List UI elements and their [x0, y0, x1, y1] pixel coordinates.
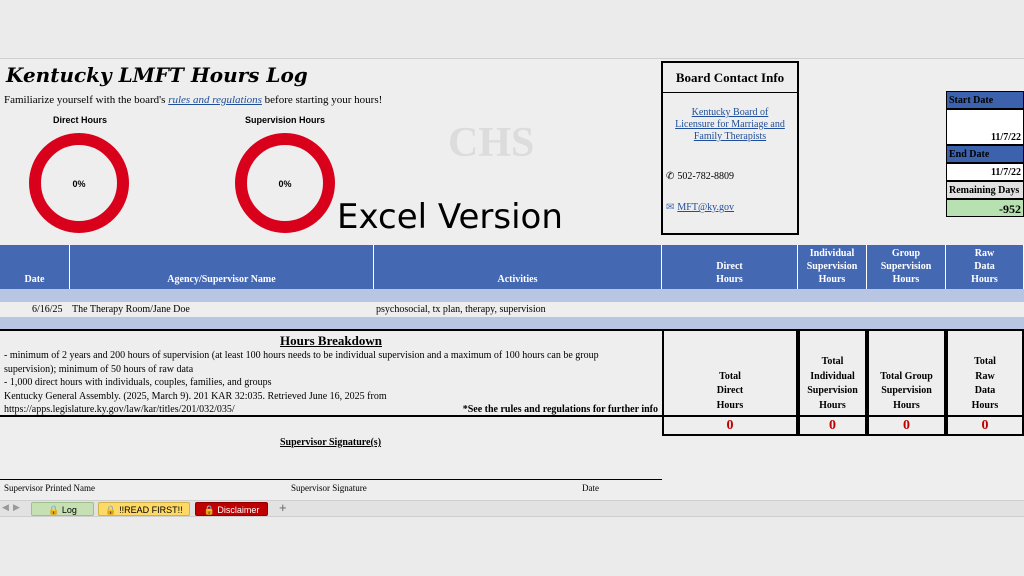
- direct-hours-chart-label: Direct Hours: [52, 115, 107, 125]
- breakdown-line: - minimum of 2 years and 200 hours of su…: [4, 350, 599, 361]
- rules-link[interactable]: rules and regulations: [168, 94, 262, 106]
- phone-icon: ✆: [666, 171, 675, 182]
- contact-header: Board Contact Info: [663, 63, 797, 93]
- email-row: ✉ MFT@ky.gov: [666, 202, 797, 213]
- breakdown-line: Kentucky General Assembly. (2025, March …: [4, 390, 387, 402]
- row-agency: The Therapy Room/Jane Doe: [72, 304, 190, 315]
- tab-read-first-label: !!READ FIRST!!: [119, 505, 183, 515]
- end-date-label: End Date: [946, 145, 1024, 163]
- lock-icon: 🔒: [48, 505, 60, 515]
- direct-hours-donut: 0%: [27, 131, 131, 235]
- total-group-label: Total Group Supervision Hours: [867, 329, 946, 417]
- row-date: 6/16/25: [32, 304, 63, 315]
- total-individual-label: Total Individual Supervision Hours: [798, 329, 867, 417]
- tab-read-first[interactable]: 🔒 !!READ FIRST!!: [98, 502, 190, 516]
- mail-icon: ✉: [666, 202, 675, 213]
- direct-donut-value: 0%: [72, 179, 85, 189]
- board-contact-box: Board Contact Info Kentucky Board of Lic…: [661, 61, 799, 235]
- total-raw-value: 0: [946, 417, 1024, 436]
- tab-disclaimer-label: Disclaimer: [217, 505, 260, 515]
- supervision-hours-donut: 0%: [233, 131, 337, 235]
- col-header-activities[interactable]: Activities: [374, 245, 662, 289]
- intro-text: Familiarize yourself with the board's ru…: [4, 94, 382, 106]
- spreadsheet-sheet: Kentucky LMFT Hours Log Familiarize your…: [0, 58, 1024, 501]
- col-header-agency[interactable]: Agency/Supervisor Name: [70, 245, 374, 289]
- supervision-hours-chart-label: Supervision Hours: [244, 115, 325, 125]
- table-row[interactable]: 6/16/25 The Therapy Room/Jane Doe psycho…: [0, 303, 1024, 317]
- logo-watermark: CHS: [448, 120, 535, 166]
- tab-disclaimer[interactable]: 🔒 Disclaimer: [195, 502, 268, 516]
- start-date-label: Start Date: [946, 91, 1024, 109]
- breakdown-title: Hours Breakdown: [280, 333, 382, 348]
- intro-before: Familiarize yourself with the board's: [4, 94, 169, 106]
- phone-row: ✆ 502-782-8809: [666, 171, 797, 182]
- total-direct-label: Total Direct Hours: [662, 329, 798, 417]
- hours-breakdown: Hours Breakdown - minimum of 2 years and…: [0, 329, 662, 417]
- signature-label: Supervisor Signature: [291, 483, 367, 493]
- phone-number: 502-782-8809: [677, 171, 735, 182]
- signature-line: [0, 479, 662, 480]
- end-date-value[interactable]: 11/7/22: [946, 163, 1024, 181]
- col-header-direct[interactable]: Direct Hours: [662, 245, 798, 289]
- breakdown-note: *See the rules and regulations for furth…: [462, 404, 658, 415]
- total-direct-value: 0: [662, 417, 798, 436]
- citation-url: https://apps.legislature.ky.gov/law/kar/…: [4, 404, 235, 415]
- raw-header-text: Raw Data Hours: [971, 248, 998, 285]
- row-activities: psychosocial, tx plan, therapy, supervis…: [376, 304, 546, 315]
- date-label: Date: [582, 483, 599, 493]
- breakdown-line: https://apps.legislature.ky.gov/law/kar/…: [4, 403, 662, 417]
- lock-icon: 🔒: [105, 505, 117, 515]
- col-header-group[interactable]: Group Supervision Hours: [867, 245, 946, 289]
- supervisor-signature-header: Supervisor Signature(s): [280, 437, 382, 448]
- total-group-value: 0: [867, 417, 946, 436]
- tab-log-label: Log: [61, 505, 77, 515]
- direct-header-text: Direct Hours: [716, 261, 743, 285]
- remaining-days-label: Remaining Days: [946, 181, 1024, 199]
- total-group-text: Total Group Supervision Hours: [880, 370, 933, 411]
- next-sheet-icon[interactable]: ▶: [13, 502, 20, 513]
- total-raw-label: Total Raw Data Hours: [946, 329, 1024, 417]
- breakdown-line: - 1,000 direct hours with individuals, c…: [4, 377, 272, 388]
- remaining-days-value: -952: [946, 199, 1024, 217]
- col-header-individual[interactable]: Individual Supervision Hours: [798, 245, 867, 289]
- sheet-title: Kentucky LMFT Hours Log: [6, 63, 308, 87]
- tab-log[interactable]: 🔒 Log: [31, 502, 94, 516]
- total-raw-text: Total Raw Data Hours: [971, 356, 999, 411]
- total-individual-value: 0: [798, 417, 867, 436]
- email-link[interactable]: MFT@ky.gov: [677, 202, 734, 213]
- col-header-date[interactable]: Date: [0, 245, 70, 289]
- add-sheet-button[interactable]: +: [279, 500, 287, 515]
- total-direct-text: Total Direct Hours: [716, 370, 744, 411]
- table-band-top: [0, 289, 1024, 302]
- board-link[interactable]: Kentucky Board of Licensure for Marriage…: [671, 107, 789, 143]
- breakdown-line: supervision); minimum of 50 hours of raw…: [4, 363, 194, 375]
- dates-panel: Start Date 11/7/22 End Date 11/7/22 Rema…: [946, 91, 1024, 217]
- sheet-tab-bar: ◀ ▶ 🔒 Log 🔒 !!READ FIRST!! 🔒 Disclaimer …: [0, 500, 1024, 517]
- printed-name-label: Supervisor Printed Name: [4, 483, 95, 493]
- col-header-raw[interactable]: Raw Data Hours: [946, 245, 1024, 289]
- prev-sheet-icon[interactable]: ◀: [2, 502, 9, 513]
- intro-after: before starting your hours!: [261, 94, 383, 106]
- excel-version-overlay: Excel Version: [337, 197, 563, 237]
- supervision-donut-value: 0%: [278, 179, 291, 189]
- lock-icon: 🔒: [203, 505, 215, 515]
- start-date-value[interactable]: 11/7/22: [946, 109, 1024, 145]
